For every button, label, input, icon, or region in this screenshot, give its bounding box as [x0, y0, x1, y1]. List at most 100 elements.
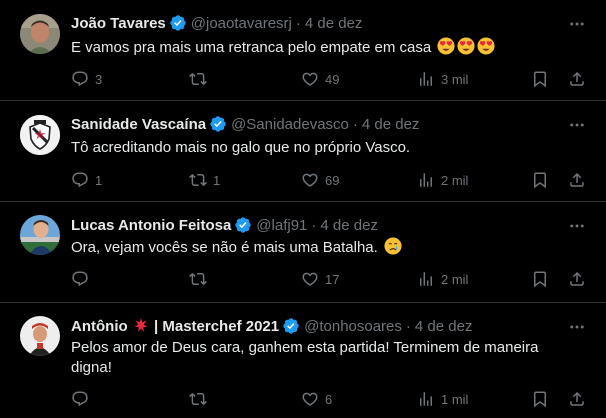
retweet-icon [189, 270, 207, 288]
tweet-header: Lucas Antonio Feitosa @lafj91 · 4 de dez [71, 215, 378, 235]
avatar[interactable] [20, 316, 60, 356]
like-count: 69 [325, 172, 340, 188]
share-button[interactable] [568, 69, 586, 89]
retweet-button[interactable] [189, 389, 213, 409]
share-button[interactable] [568, 269, 586, 289]
separator: · [405, 317, 411, 335]
anger-symbol-icon [134, 318, 148, 332]
bookmark-icon [531, 70, 549, 88]
retweet-button[interactable]: 1 [189, 170, 220, 190]
share-icon [568, 270, 586, 288]
share-icon [568, 70, 586, 88]
author-handle[interactable]: @lafj91 [256, 217, 307, 234]
like-count: 6 [325, 391, 333, 407]
reply-icon [71, 270, 89, 288]
author-handle[interactable]: @joaotavaresrj [191, 15, 292, 32]
verified-icon [234, 216, 252, 234]
tweet-actions: 17 2 mil [71, 269, 586, 289]
heart-eyes-emoji-icon [437, 37, 455, 55]
tweet-text: Tô acreditando mais no galo que no própr… [71, 139, 411, 156]
share-button[interactable] [568, 389, 586, 409]
tweet-actions: 6 1 mil [71, 389, 586, 409]
tweet-text: E vamos pra mais uma retranca pelo empat… [71, 37, 581, 58]
like-icon [301, 70, 319, 88]
views-count: 2 mil [441, 271, 469, 287]
timestamp[interactable]: 4 de dez [305, 15, 363, 32]
more-icon[interactable] [568, 15, 586, 33]
tweet-actions: 3 49 3 mil [71, 69, 586, 89]
bookmark-icon [531, 390, 549, 408]
views-icon [417, 171, 435, 189]
author-name[interactable]: João Tavares [71, 15, 166, 32]
like-count: 49 [325, 71, 340, 87]
more-icon[interactable] [568, 217, 586, 235]
tweet-card[interactable]: Sanidade Vascaína @Sanidadevasco · 4 de … [0, 101, 606, 202]
separator: · [311, 216, 317, 234]
views-button[interactable]: 1 mil [417, 389, 468, 409]
retweet-icon [189, 171, 207, 189]
tweet-text-body: Ora, vejam vocês se não é mais uma Batal… [71, 239, 378, 256]
separator: · [352, 115, 358, 133]
reply-button[interactable]: 3 [71, 69, 102, 89]
bookmark-button[interactable] [531, 69, 549, 89]
verified-icon [209, 115, 227, 133]
tweet-card[interactable]: Antônio | Masterchef 2021 @tonhosoares ·… [0, 303, 606, 418]
bookmark-button[interactable] [531, 170, 549, 190]
like-icon [301, 171, 319, 189]
reply-count: 3 [95, 71, 103, 87]
bookmark-icon [531, 171, 549, 189]
tweet-text: Pelos amor de Deus cara, ganhem esta par… [71, 339, 539, 376]
heart-eyes-emoji-icon [457, 37, 475, 55]
heart-eyes-emoji-icon [477, 37, 495, 55]
like-icon [301, 270, 319, 288]
share-icon [568, 390, 586, 408]
more-icon[interactable] [568, 318, 586, 336]
views-icon [417, 270, 435, 288]
tweet-text: Ora, vejam vocês se não é mais uma Batal… [71, 237, 581, 258]
like-button[interactable]: 6 [301, 389, 332, 409]
reply-button[interactable] [71, 269, 95, 289]
avatar[interactable] [20, 14, 60, 54]
timestamp[interactable]: 4 de dez [320, 217, 378, 234]
views-button[interactable]: 3 mil [417, 69, 468, 89]
author-name[interactable]: Lucas Antonio Feitosa [71, 217, 231, 234]
like-button[interactable]: 17 [301, 269, 339, 289]
like-button[interactable]: 49 [301, 69, 339, 89]
views-button[interactable]: 2 mil [417, 170, 468, 190]
timestamp[interactable]: 4 de dez [415, 318, 473, 335]
retweet-button[interactable] [189, 269, 213, 289]
avatar[interactable] [20, 115, 60, 155]
views-icon [417, 390, 435, 408]
avatar[interactable] [20, 215, 60, 255]
bookmark-button[interactable] [531, 269, 549, 289]
reply-count: 1 [95, 172, 103, 188]
tweet-actions: 1 1 69 2 mil [71, 170, 586, 190]
author-name[interactable]: Antônio | Masterchef 2021 [71, 317, 279, 335]
author-name[interactable]: Sanidade Vascaína [71, 116, 206, 133]
retweet-button[interactable] [189, 69, 213, 89]
tweet-card[interactable]: Lucas Antonio Feitosa @lafj91 · 4 de dez… [0, 202, 606, 303]
author-name-part: Antônio [71, 318, 128, 335]
tweet-header: João Tavares @joaotavaresrj · 4 de dez [71, 13, 362, 33]
views-button[interactable]: 2 mil [417, 269, 468, 289]
reply-button[interactable]: 1 [71, 170, 102, 190]
bookmark-button[interactable] [531, 389, 549, 409]
verified-icon [282, 317, 300, 335]
reply-button[interactable] [71, 389, 95, 409]
share-button[interactable] [568, 170, 586, 190]
tweet-feed: João Tavares @joaotavaresrj · 4 de dez E… [0, 0, 606, 418]
retweet-icon [189, 390, 207, 408]
retweet-icon [189, 70, 207, 88]
like-button[interactable]: 69 [301, 170, 339, 190]
share-icon [568, 171, 586, 189]
timestamp[interactable]: 4 de dez [362, 116, 420, 133]
like-icon [301, 390, 319, 408]
author-handle[interactable]: @Sanidadevasco [231, 116, 349, 133]
tweet-card[interactable]: João Tavares @joaotavaresrj · 4 de dez E… [0, 0, 606, 101]
author-name-part: | Masterchef 2021 [154, 318, 280, 335]
tweet-text-body: E vamos pra mais uma retranca pelo empat… [71, 39, 432, 56]
views-icon [417, 70, 435, 88]
views-count: 2 mil [441, 172, 469, 188]
author-handle[interactable]: @tonhosoares [304, 318, 402, 335]
more-icon[interactable] [568, 116, 586, 134]
